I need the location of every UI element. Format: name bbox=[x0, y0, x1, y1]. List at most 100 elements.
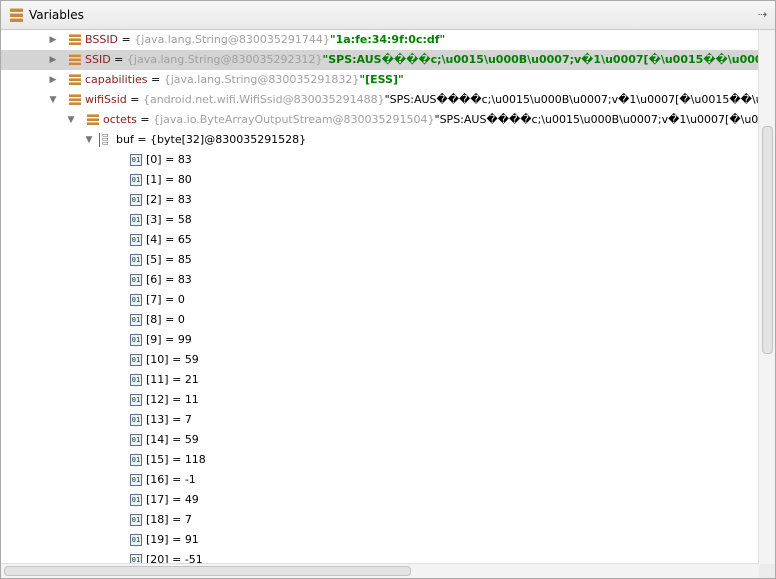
array-element-row[interactable]: 01 [14] = 59 bbox=[1, 430, 759, 450]
tree-row-capabilities[interactable]: ▶ capabilities = {java.lang.String@830035… bbox=[1, 70, 759, 90]
array-index: [3] bbox=[146, 213, 162, 226]
object-field-icon bbox=[69, 74, 81, 86]
array-element-row[interactable]: 01 [18] = 7 bbox=[1, 510, 759, 530]
array-element-row[interactable]: 01 [12] = 11 bbox=[1, 390, 759, 410]
array-element-label: [0] = 83 bbox=[146, 150, 192, 170]
array-value: 7 bbox=[184, 513, 192, 526]
tree-row-wifissid[interactable]: ▼ wifiSsid = {android.net.wifi.WifiSsid@8… bbox=[1, 90, 759, 110]
array-value: 0 bbox=[177, 313, 185, 326]
collapsed-arrow-icon[interactable]: ▶ bbox=[47, 30, 59, 50]
vertical-scrollbar[interactable] bbox=[758, 30, 775, 564]
array-element-row[interactable]: 01 [20] = -51 bbox=[1, 550, 759, 564]
array-element-row[interactable]: 01 [10] = 59 bbox=[1, 350, 759, 370]
array-element-row[interactable]: 01 [16] = -1 bbox=[1, 470, 759, 490]
array-element-label: [5] = 85 bbox=[146, 250, 192, 270]
array-element-row[interactable]: 01 [1] = 80 bbox=[1, 170, 759, 190]
array-element-label: [19] = 91 bbox=[146, 530, 199, 550]
array-index: [13] bbox=[146, 413, 169, 426]
primitive-value-icon: 01 bbox=[130, 234, 142, 246]
array-element-row[interactable]: 01 [17] = 49 bbox=[1, 490, 759, 510]
array-index: [7] bbox=[146, 293, 162, 306]
array-value: 83 bbox=[177, 153, 192, 166]
array-index: [4] bbox=[146, 233, 162, 246]
array-index: [6] bbox=[146, 273, 162, 286]
expanded-arrow-icon[interactable]: ▼ bbox=[65, 110, 77, 130]
array-value: 91 bbox=[184, 533, 199, 546]
variable-name: capabilities bbox=[85, 73, 148, 86]
equals-sign: = bbox=[161, 153, 178, 166]
array-element-row[interactable]: 01 [15] = 118 bbox=[1, 450, 759, 470]
array-index: [12] bbox=[146, 393, 169, 406]
array-value: 65 bbox=[177, 233, 192, 246]
array-element-label: [7] = 0 bbox=[146, 290, 185, 310]
array-element-row[interactable]: 01 [0] = 83 bbox=[1, 150, 759, 170]
object-field-icon bbox=[69, 54, 81, 66]
equals-sign: = bbox=[168, 373, 185, 386]
panel-header: Variables ⇢ bbox=[1, 1, 775, 30]
panel-title: Variables bbox=[29, 8, 84, 22]
array-element-row[interactable]: 01 [5] = 85 bbox=[1, 250, 759, 270]
expanded-arrow-icon[interactable]: ▼ bbox=[47, 90, 59, 110]
primitive-value-icon: 01 bbox=[130, 454, 142, 466]
primitive-value-icon: 01 bbox=[130, 354, 142, 366]
scrollbar-corner bbox=[759, 564, 775, 578]
array-value: -1 bbox=[184, 473, 196, 486]
array-element-row[interactable]: 01 [9] = 99 bbox=[1, 330, 759, 350]
tree-row-ssid[interactable]: ▶ SSID = {java.lang.String@830035292312}"… bbox=[1, 50, 759, 70]
array-element-row[interactable]: 01 [3] = 58 bbox=[1, 210, 759, 230]
equals-sign: = bbox=[168, 513, 185, 526]
array-value: 0 bbox=[177, 293, 185, 306]
array-element-row[interactable]: 01 [2] = 83 bbox=[1, 190, 759, 210]
array-index: [16] bbox=[146, 473, 169, 486]
array-value: 59 bbox=[184, 433, 199, 446]
array-element-label: [12] = 11 bbox=[146, 390, 199, 410]
variable-name: buf bbox=[116, 133, 134, 146]
array-element-label: [20] = -51 bbox=[146, 550, 203, 564]
equals-sign: = bbox=[161, 253, 178, 266]
tree-row-bssid[interactable]: ▶ BSSID = {java.lang.String@830035291744}… bbox=[1, 30, 759, 50]
object-reference: {java.lang.String@830035292312} bbox=[126, 53, 323, 66]
object-reference: {java.lang.String@830035291832} bbox=[163, 73, 360, 86]
array-element-row[interactable]: 01 [13] = 7 bbox=[1, 410, 759, 430]
array-element-label: [8] = 0 bbox=[146, 310, 185, 330]
array-element-row[interactable]: 01 [6] = 83 bbox=[1, 270, 759, 290]
primitive-value-icon: 01 bbox=[130, 534, 142, 546]
variable-name: SSID bbox=[85, 53, 111, 66]
array-element-row[interactable]: 01 [7] = 0 bbox=[1, 290, 759, 310]
equals-sign: = bbox=[168, 533, 185, 546]
equals-sign: = bbox=[161, 173, 178, 186]
variable-value: "SPS:AUS����c;\u0015\u000B\u0007;v�1\u00… bbox=[322, 53, 759, 66]
horizontal-scrollbar[interactable] bbox=[1, 563, 759, 578]
variable-label: BSSID = {java.lang.String@830035291744}"… bbox=[85, 30, 445, 50]
equals-sign: = bbox=[161, 293, 178, 306]
array-value: 11 bbox=[184, 393, 199, 406]
array-element-row[interactable]: 01 [11] = 21 bbox=[1, 370, 759, 390]
tree-row-octets[interactable]: ▼ octets = {java.io.ByteArrayOutputStream… bbox=[1, 110, 759, 130]
vertical-scrollbar-thumb[interactable] bbox=[762, 126, 773, 354]
array-index: [19] bbox=[146, 533, 169, 546]
array-element-row[interactable]: 01 [8] = 0 bbox=[1, 310, 759, 330]
array-element-label: [10] = 59 bbox=[146, 350, 199, 370]
equals-sign: = bbox=[147, 73, 164, 86]
pin-icon[interactable]: ⇢ bbox=[758, 8, 767, 21]
array-icon: ▭ ▭ ▭ bbox=[99, 132, 112, 147]
equals-sign: = bbox=[168, 353, 185, 366]
array-index: [18] bbox=[146, 513, 169, 526]
variable-name: wifiSsid bbox=[85, 93, 127, 106]
variables-tree[interactable]: ▶ BSSID = {java.lang.String@830035291744}… bbox=[1, 30, 759, 564]
collapsed-arrow-icon[interactable]: ▶ bbox=[47, 50, 59, 70]
horizontal-scrollbar-thumb[interactable] bbox=[4, 566, 411, 576]
variables-panel: Variables ⇢ ▶ BSSID = {java.lang.String@8… bbox=[0, 0, 776, 579]
primitive-value-icon: 01 bbox=[130, 394, 142, 406]
tree-row-buf[interactable]: ▼ ▭ ▭ ▭ buf = {byte[32]@830035291528} bbox=[1, 130, 759, 150]
array-element-row[interactable]: 01 [19] = 91 bbox=[1, 530, 759, 550]
expanded-arrow-icon[interactable]: ▼ bbox=[83, 130, 95, 150]
equals-sign: = bbox=[161, 313, 178, 326]
array-index: [15] bbox=[146, 453, 169, 466]
collapsed-arrow-icon[interactable]: ▶ bbox=[47, 70, 59, 90]
variable-value: {byte[32]@830035291528} bbox=[150, 133, 307, 146]
array-index: [9] bbox=[146, 333, 162, 346]
array-element-row[interactable]: 01 [4] = 65 bbox=[1, 230, 759, 250]
variable-name: BSSID bbox=[85, 33, 119, 46]
array-value: 59 bbox=[184, 353, 199, 366]
